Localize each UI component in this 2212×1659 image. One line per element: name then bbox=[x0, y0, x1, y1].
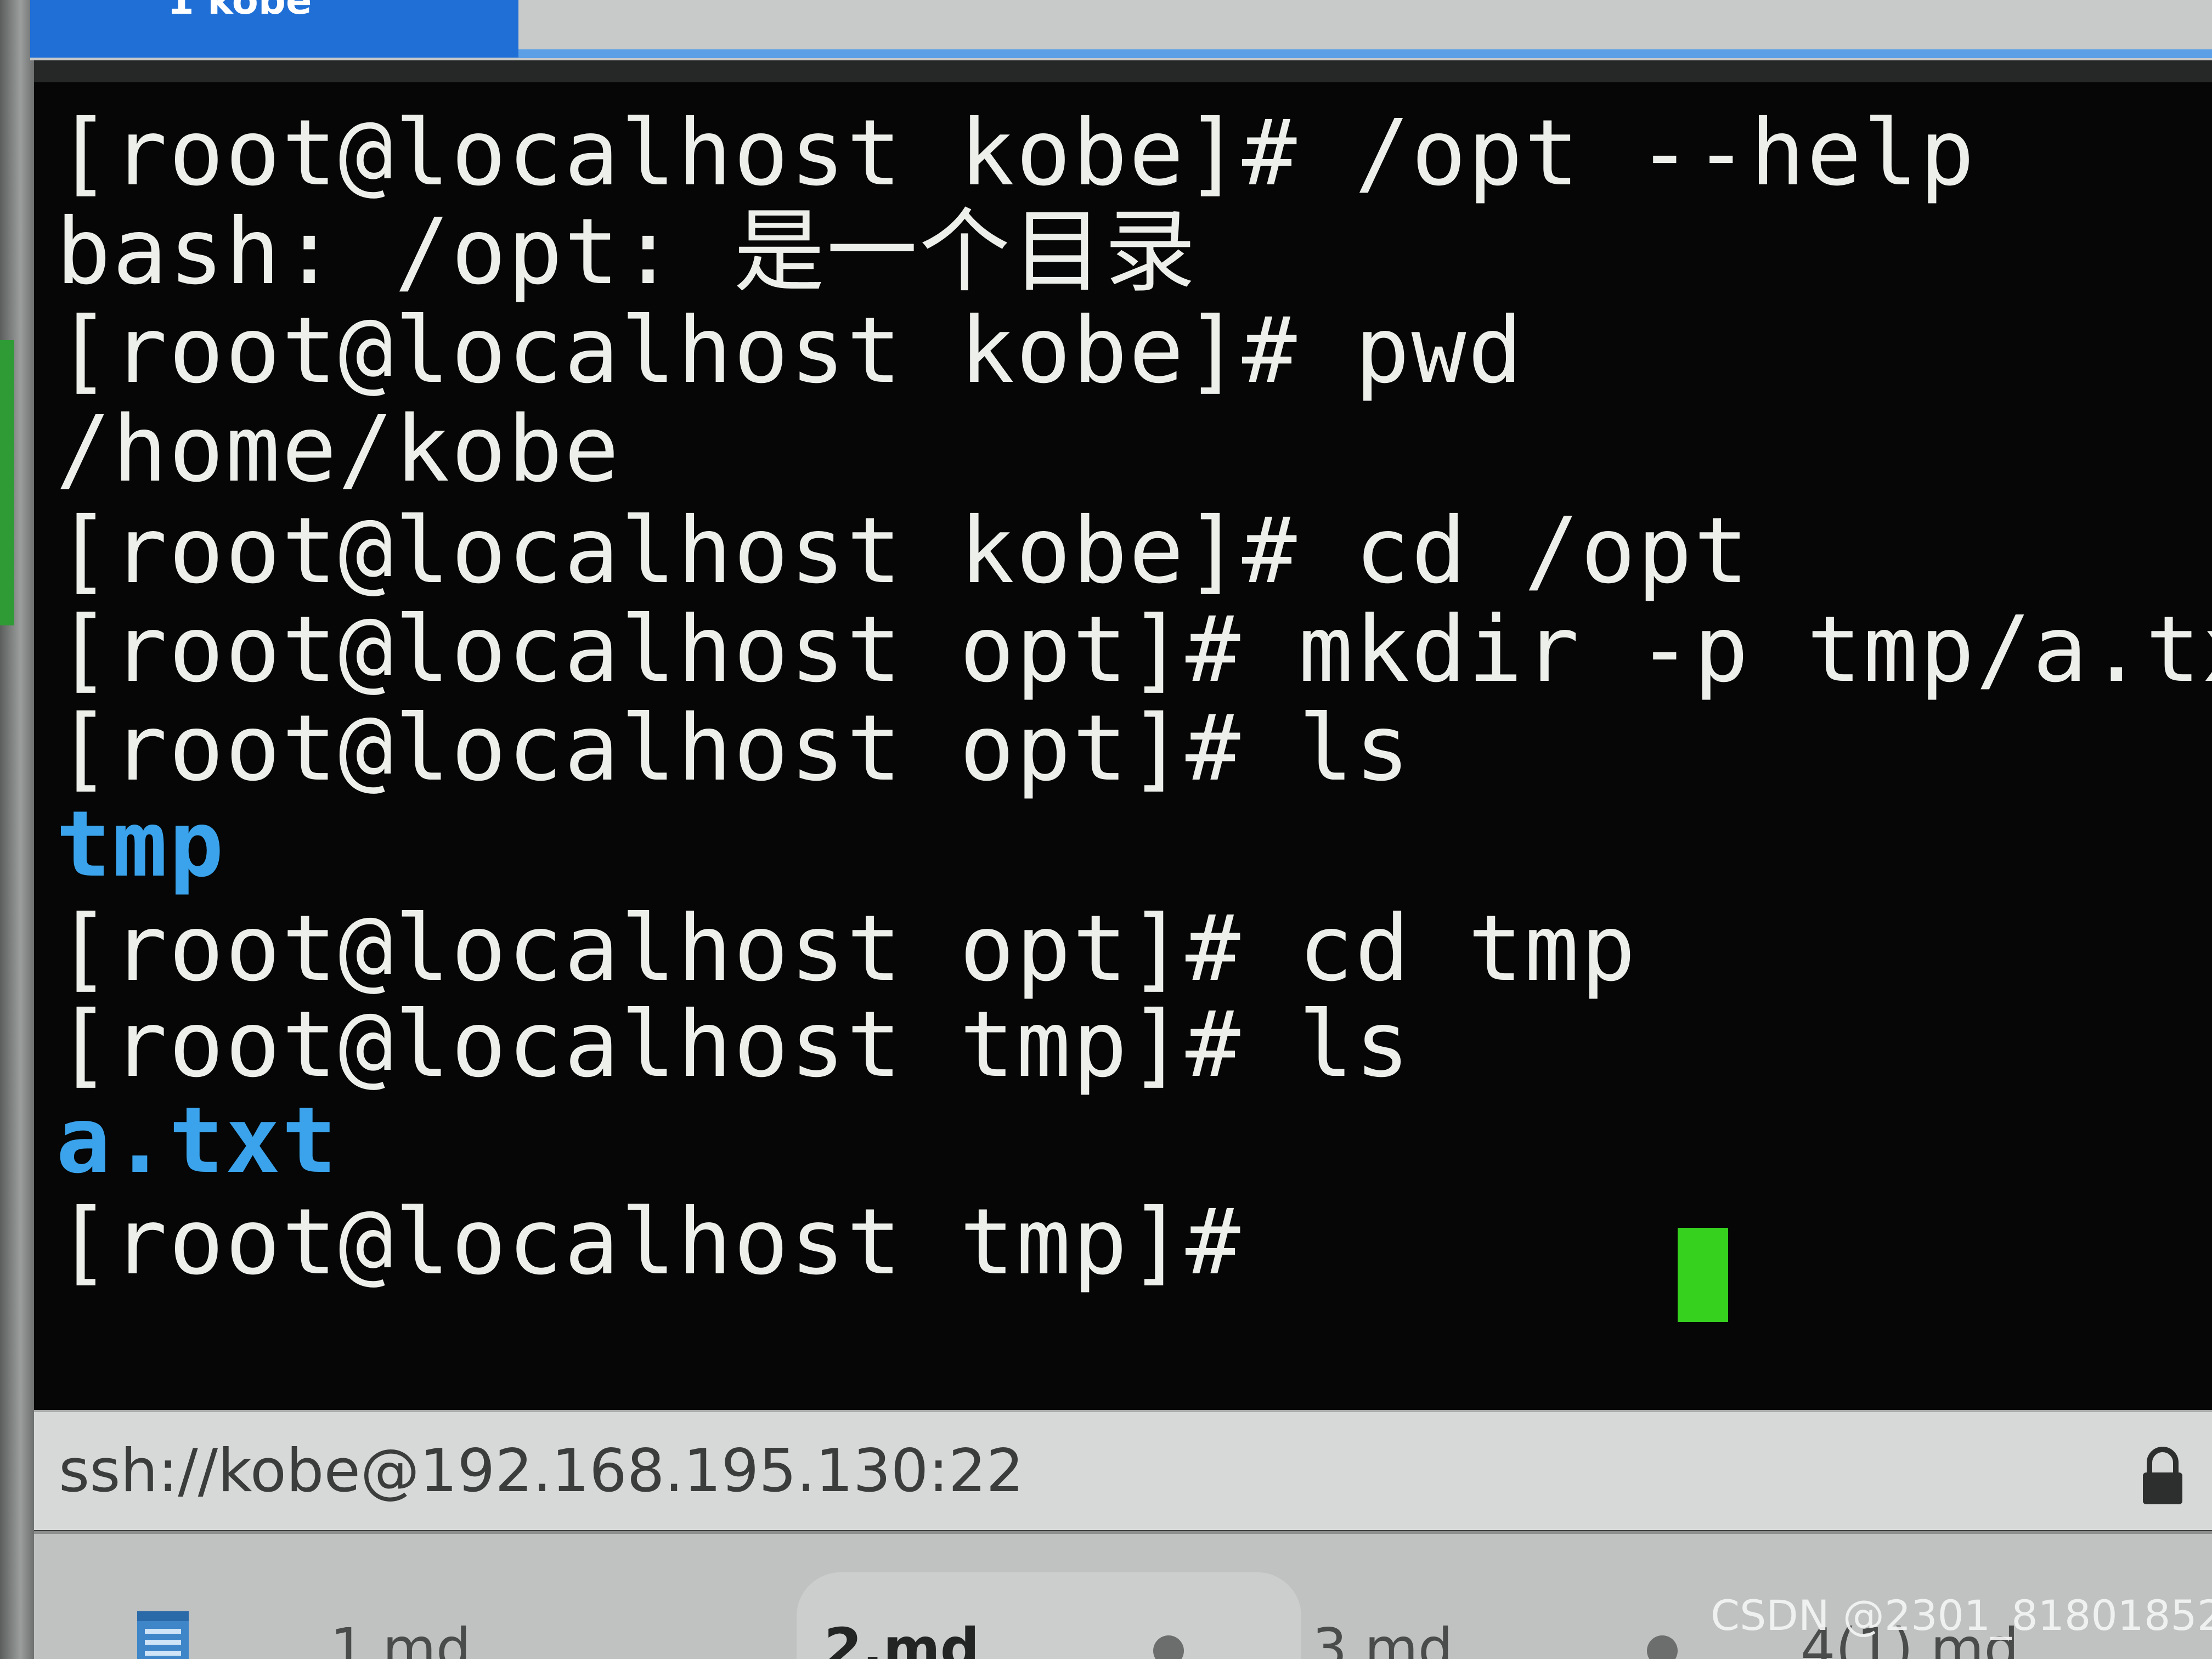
file-tab-1[interactable]: 1.md bbox=[330, 1616, 471, 1659]
connection-address: ssh://kobe@192.168.195.130:22 bbox=[59, 1437, 1024, 1505]
terminal-line-directory: a.txt bbox=[56, 1088, 338, 1194]
file-tab-2[interactable]: 2.md bbox=[824, 1616, 979, 1659]
terminal-line-directory: tmp bbox=[56, 792, 225, 898]
terminal-line: [root@localhost kobe]# pwd bbox=[56, 298, 1525, 404]
terminal-cursor bbox=[1678, 1228, 1728, 1322]
tab-active-session[interactable]: 1 kobe bbox=[30, 0, 518, 58]
terminal-line: [root@localhost opt]# mkdir -p tmp/a.txt bbox=[56, 597, 2212, 703]
terminal-line: [root@localhost kobe]# cd /opt bbox=[56, 498, 1751, 604]
file-tab-modified-dot bbox=[1647, 1635, 1678, 1659]
status-bar: ssh://kobe@192.168.195.130:22 bbox=[34, 1410, 2212, 1530]
watermark: CSDN @2301_81801852 bbox=[1711, 1591, 2212, 1640]
terminal-line: bash: /opt: 是一个目录 bbox=[56, 199, 1198, 305]
screen: 1 kobe [root@localhost kobe]# /opt --hel… bbox=[0, 0, 2212, 1659]
terminal-line: /home/kobe bbox=[56, 397, 621, 503]
document-icon bbox=[137, 1611, 189, 1659]
tab-active-label: 1 kobe bbox=[167, 0, 312, 23]
session-tab-bar: 1 kobe bbox=[30, 0, 2212, 60]
terminal-prompt: [root@localhost tmp]# bbox=[56, 1189, 1242, 1295]
file-tab-3[interactable]: 3.md bbox=[1312, 1616, 1453, 1659]
left-accent bbox=[0, 340, 14, 625]
terminal-line: [root@localhost opt]# cd tmp bbox=[56, 896, 1638, 1002]
terminal-line: [root@localhost kobe]# /opt --help bbox=[56, 100, 1976, 206]
terminal-line: [root@localhost tmp]# ls bbox=[56, 992, 1412, 1098]
terminal-pane[interactable]: [root@localhost kobe]# /opt --help bash:… bbox=[34, 82, 2212, 1410]
lock-icon bbox=[2143, 1447, 2182, 1504]
left-bezel bbox=[0, 0, 34, 1659]
terminal-line: [root@localhost opt]# ls bbox=[56, 696, 1412, 802]
tab-accent-line bbox=[518, 49, 2212, 58]
